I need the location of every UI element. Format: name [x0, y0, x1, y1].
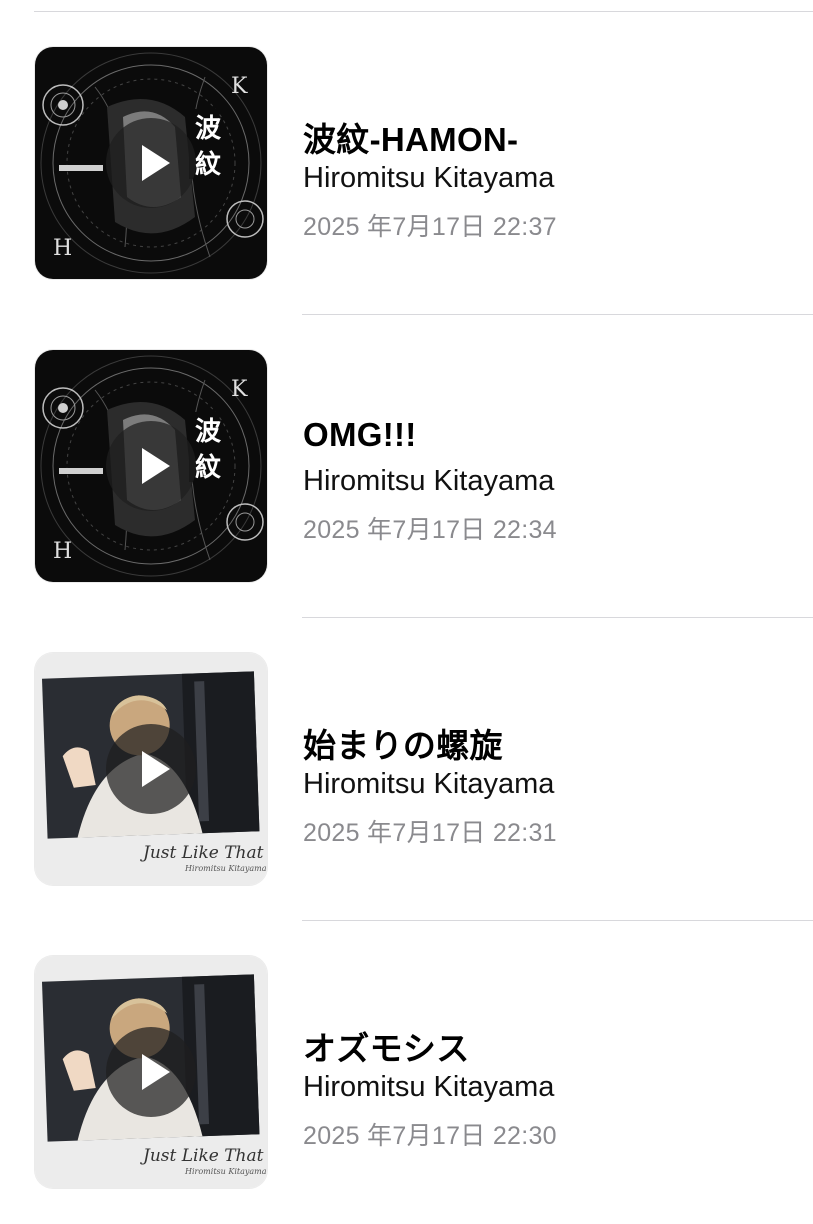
svg-text:H: H [53, 236, 72, 261]
track-row[interactable]: 波 紋 K H OMG!!! Hiromitsu Kitayama 2025 年… [0, 315, 813, 618]
track-date: 2025 年7月17日 22:30 [303, 1122, 557, 1150]
track-artist: Hiromitsu Kitayama [303, 768, 555, 800]
track-title: 波紋-HAMON- [303, 121, 519, 158]
svg-text:紋: 紋 [195, 452, 221, 483]
play-button[interactable] [106, 724, 196, 814]
play-button[interactable] [106, 421, 196, 511]
svg-text:Hiromitsu Kitayama: Hiromitsu Kitayama [184, 1167, 267, 1176]
track-artist: Hiromitsu Kitayama [303, 1071, 555, 1103]
play-icon [142, 448, 170, 484]
play-icon [142, 145, 170, 181]
svg-text:紋: 紋 [195, 149, 221, 180]
svg-text:Just Like That: Just Like That [140, 843, 264, 863]
svg-text:K: K [231, 74, 248, 99]
track-artist: Hiromitsu Kitayama [303, 162, 555, 194]
album-artwork[interactable]: 波 紋 K H [35, 47, 267, 279]
svg-text:波: 波 [195, 114, 222, 144]
track-date: 2025 年7月17日 22:34 [303, 516, 557, 544]
track-row[interactable]: Just Like That Hiromitsu Kitayama 始まりの螺旋… [0, 618, 813, 921]
album-artwork[interactable]: Just Like That Hiromitsu Kitayama [35, 956, 267, 1188]
track-row[interactable]: 波 紋 K H 波紋-HAMON- Hiromitsu Kitayama 202… [0, 12, 813, 315]
svg-text:H: H [53, 539, 72, 564]
track-title: 始まりの螺旋 [303, 727, 503, 764]
album-artwork[interactable]: Just Like That Hiromitsu Kitayama [35, 653, 267, 885]
svg-text:波: 波 [195, 417, 222, 447]
track-title: OMG!!! [303, 416, 417, 453]
svg-text:Just Like That: Just Like That [140, 1146, 264, 1166]
play-icon [142, 751, 170, 787]
track-artist: Hiromitsu Kitayama [303, 465, 555, 497]
play-button[interactable] [106, 1027, 196, 1117]
track-date: 2025 年7月17日 22:31 [303, 819, 557, 847]
play-icon [142, 1054, 170, 1090]
track-date: 2025 年7月17日 22:37 [303, 213, 557, 241]
track-title: オズモシス [303, 1030, 470, 1067]
svg-text:Hiromitsu Kitayama: Hiromitsu Kitayama [184, 864, 267, 873]
play-button[interactable] [106, 118, 196, 208]
svg-text:K: K [231, 377, 248, 402]
album-artwork[interactable]: 波 紋 K H [35, 350, 267, 582]
track-row[interactable]: Just Like That Hiromitsu Kitayama オズモシス … [0, 921, 813, 1224]
